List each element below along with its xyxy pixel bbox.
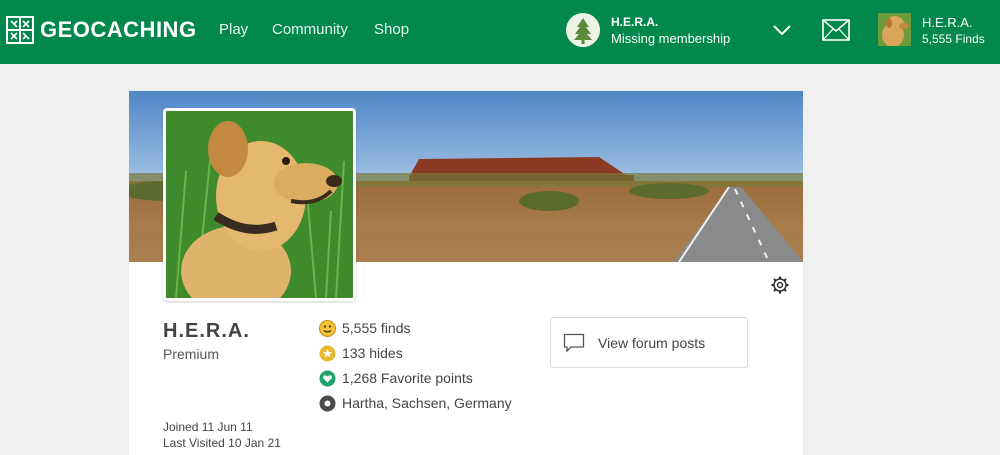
view-forum-posts-button[interactable]: View forum posts — [550, 317, 748, 368]
favorites-stat[interactable]: 1,268 Favorite points — [319, 368, 473, 388]
speech-bubble-icon — [563, 333, 585, 353]
smiley-face-icon — [319, 319, 336, 337]
location-stat: Hartha, Sachsen, Germany — [319, 393, 512, 413]
hides-stat[interactable]: 133 hides — [319, 343, 403, 363]
heart-icon — [319, 370, 336, 387]
nav-community[interactable]: Community — [272, 21, 348, 38]
membership-username[interactable]: H.E.R.A. — [611, 15, 658, 29]
location-pin-icon — [319, 395, 336, 412]
chevron-down-icon[interactable] — [772, 22, 792, 38]
top-navigation-bar: GEOCACHING Play Community Shop H.E.R.A. … — [0, 0, 1000, 64]
user-finds-count[interactable]: 5,555 Finds — [922, 32, 985, 46]
favorite-points-count: 1,268 Favorite points — [342, 370, 473, 386]
membership-level: Premium — [163, 346, 220, 362]
profile-photo — [163, 108, 356, 301]
profile-username: H.E.R.A. — [163, 320, 250, 342]
geocaching-logo[interactable]: GEOCACHING — [6, 14, 197, 46]
mail-icon[interactable] — [822, 19, 850, 41]
user-name[interactable]: H.E.R.A. — [922, 15, 973, 30]
membership-tree-icon[interactable] — [566, 13, 600, 47]
view-forum-posts-label: View forum posts — [598, 334, 706, 351]
finds-count: 5,555 finds — [342, 320, 411, 336]
geocaching-logo-icon — [6, 16, 34, 44]
user-avatar[interactable] — [878, 13, 911, 46]
location-text: Hartha, Sachsen, Germany — [342, 395, 512, 411]
nav-play[interactable]: Play — [219, 21, 248, 38]
nav-shop[interactable]: Shop — [374, 21, 409, 38]
star-icon — [319, 345, 336, 362]
membership-status[interactable]: Missing membership — [611, 31, 730, 46]
logo-text: GEOCACHING — [40, 17, 197, 42]
finds-stat[interactable]: 5,555 finds — [319, 318, 411, 338]
last-visited-date: Last Visited 10 Jan 21 — [163, 436, 281, 450]
hides-count: 133 hides — [342, 345, 403, 361]
gear-icon[interactable] — [771, 276, 789, 294]
joined-date: Joined 11 Jun 11 — [163, 420, 253, 434]
